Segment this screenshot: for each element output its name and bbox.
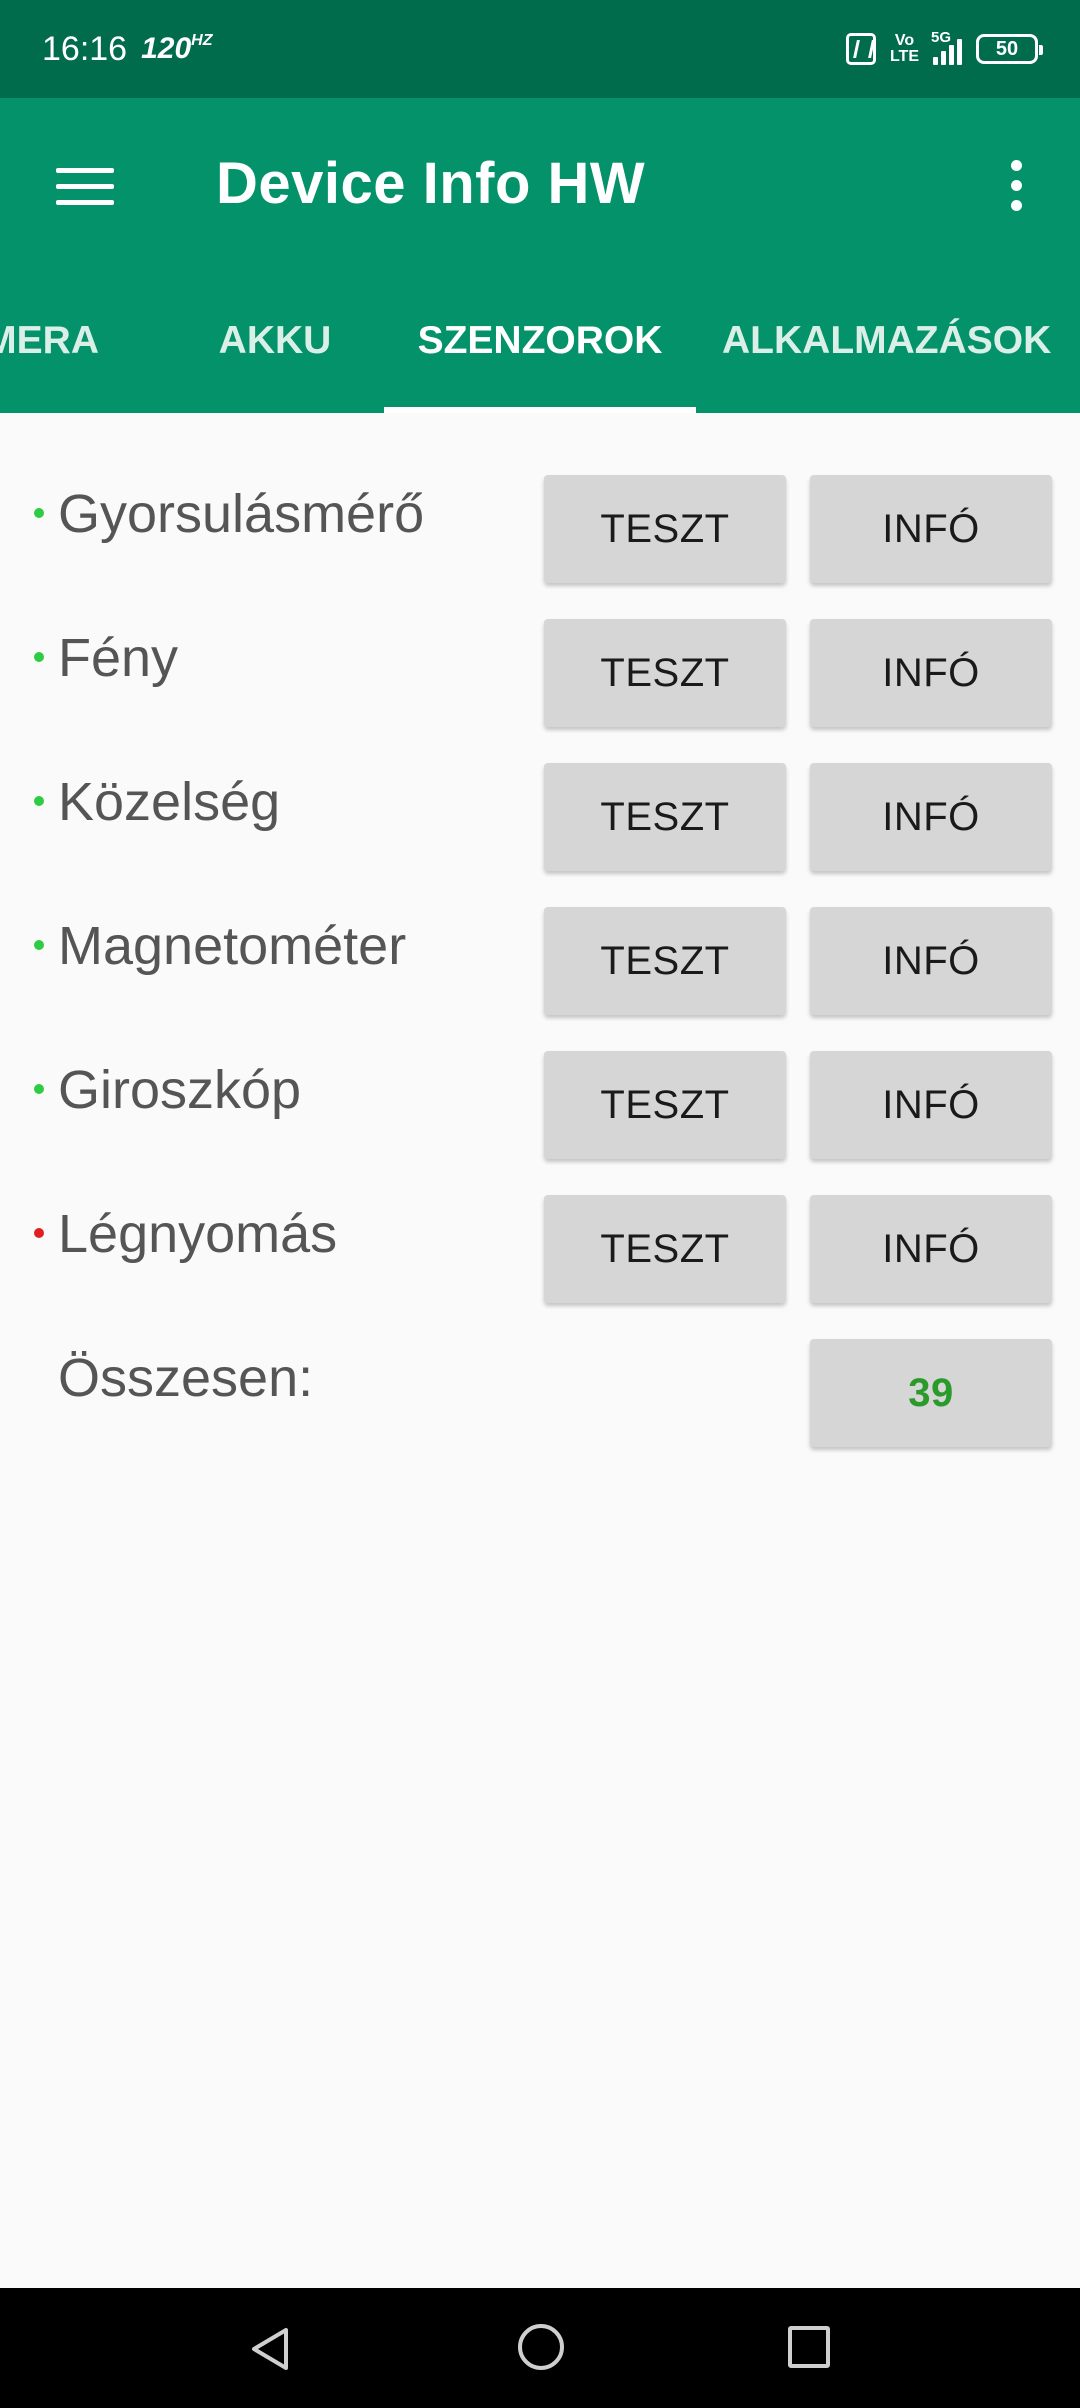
sensor-name: Közelség [58,772,281,832]
status-dot-icon [34,652,44,662]
app-bar: Device Info HW [0,98,1080,268]
status-left: 16:16 120HZ [42,30,212,69]
status-dot-icon [34,796,44,806]
app-title: Device Info HW [216,151,646,216]
sensor-name: Légnyomás [58,1204,338,1264]
network-type-label: 5G [931,29,952,46]
test-button[interactable]: TESZT [544,763,786,871]
home-circle-icon[interactable] [518,2324,564,2370]
system-navigation-bar [0,2288,1080,2408]
test-button[interactable]: TESZT [544,1051,786,1159]
total-label: Összesen: [58,1348,314,1408]
sensor-name: Magnetométer [58,916,407,976]
sensor-row-barometer: Légnyomás TESZT INFÓ [0,1173,1080,1303]
status-dot-icon [34,1084,44,1094]
refresh-rate-unit: HZ [191,32,213,49]
info-button[interactable]: INFÓ [810,475,1052,583]
back-triangle-icon[interactable] [246,2324,296,2374]
signal-strength-icon: 5G [931,29,962,65]
signal-bar [933,57,938,65]
test-button[interactable]: TESZT [544,1195,786,1303]
recents-square-icon[interactable] [788,2326,830,2368]
status-dot-icon [34,1228,44,1238]
sensor-row-magnetometer: Magnetométer TESZT INFÓ [0,885,1080,1015]
sensor-row-gyroscope: Giroszkóp TESZT INFÓ [0,1029,1080,1159]
sensor-name: Gyorsulásmérő [58,484,425,544]
tab-camera[interactable]: AMERA [0,268,152,413]
test-button[interactable]: TESZT [544,907,786,1015]
test-button[interactable]: TESZT [544,475,786,583]
signal-bar [957,39,962,65]
overflow-menu-icon[interactable] [996,156,1036,216]
status-time: 16:16 [42,29,128,68]
sensor-name: Giroszkóp [58,1060,302,1120]
sensor-row-light: Fény TESZT INFÓ [0,597,1080,727]
volte-icon: Vo LTE [890,33,919,65]
sensor-name: Fény [58,628,179,688]
info-button[interactable]: INFÓ [810,1051,1052,1159]
tab-bar: AMERA AKKU SZENZOROK ALKALMAZÁSOK [0,268,1080,413]
battery-level: 50 [995,37,1019,60]
info-button[interactable]: INFÓ [810,763,1052,871]
tab-sensors[interactable]: SZENZOROK [384,268,696,413]
battery-icon: 50 [976,34,1043,64]
sensor-list: Gyorsulásmérő TESZT INFÓ Fény TESZT INFÓ… [0,413,1080,2288]
test-button[interactable]: TESZT [544,619,786,727]
hamburger-menu-icon[interactable] [56,168,114,206]
sensor-row-accelerometer: Gyorsulásmérő TESZT INFÓ [0,453,1080,583]
status-dot-icon [34,508,44,518]
tab-battery[interactable]: AKKU [200,268,350,413]
total-row: Összesen: 39 [0,1317,1080,1447]
status-bar: 16:16 120HZ Vo LTE 5G 50 [0,0,1080,98]
status-right: Vo LTE 5G 50 [845,29,1043,65]
info-button[interactable]: INFÓ [810,1195,1052,1303]
refresh-rate-indicator: 120HZ [141,32,212,66]
refresh-rate-value: 120 [141,32,192,65]
status-dot-icon [34,940,44,950]
tab-applications[interactable]: ALKALMAZÁSOK [722,268,1080,413]
info-button[interactable]: INFÓ [810,907,1052,1015]
sensor-row-proximity: Közelség TESZT INFÓ [0,741,1080,871]
total-count[interactable]: 39 [810,1339,1052,1447]
signal-bar [941,51,946,65]
volte-top: Vo [894,32,915,49]
info-button[interactable]: INFÓ [810,619,1052,727]
nfc-icon [845,33,876,65]
volte-bottom: LTE [889,48,919,65]
signal-bar [949,45,954,65]
